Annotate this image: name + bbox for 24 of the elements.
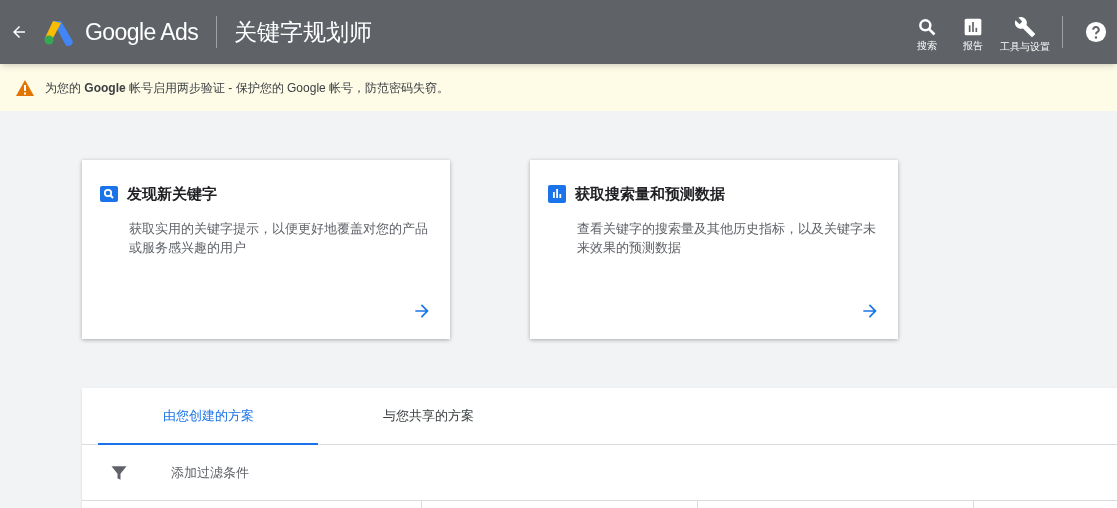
card-description: 获取实用的关键字提示，以便更好地覆盖对您的产品或服务感兴趣的用户 bbox=[129, 219, 429, 257]
report-button[interactable]: 报告 bbox=[952, 12, 994, 52]
option-card[interactable]: 获取搜索量和预测数据 查看关键字的搜索量及其他历史指标，以及关键字未来效果的预测数据 bbox=[530, 160, 898, 339]
warning-icon bbox=[16, 79, 34, 96]
page-title: 关键字规划师 bbox=[234, 17, 373, 47]
tab[interactable]: 由您创建的方案 bbox=[98, 388, 318, 445]
brand-name: Google Ads bbox=[85, 17, 199, 47]
bar-chart-icon bbox=[548, 185, 566, 204]
option-card[interactable]: 发现新关键字 获取实用的关键字提示，以便更好地覆盖对您的产品或服务感兴趣的用户 bbox=[82, 160, 450, 339]
tools-button[interactable]: 工具与设置 bbox=[998, 11, 1052, 53]
card-title: 获取搜索量和预测数据 bbox=[575, 184, 725, 204]
search-icon bbox=[917, 16, 937, 37]
logo-icon bbox=[42, 18, 74, 46]
search-icon bbox=[100, 186, 118, 203]
bar-chart-icon bbox=[963, 16, 983, 37]
card-description: 查看关键字的搜索量及其他历史指标，以及关键字未来效果的预测数据 bbox=[577, 219, 877, 257]
wrench-icon bbox=[1014, 15, 1036, 38]
tab[interactable]: 与您共享的方案 bbox=[318, 388, 538, 445]
banner-message: 为您的 Google 帐号启用两步验证 - 保护您的 Google 帐号，防范密码失窃。 bbox=[45, 79, 450, 97]
filter-label[interactable]: 添加过滤条件 bbox=[171, 462, 249, 483]
filter-icon[interactable] bbox=[110, 463, 128, 482]
search-button[interactable]: 搜索 bbox=[906, 12, 948, 52]
help-icon[interactable] bbox=[1085, 21, 1107, 43]
card-title: 发现新关键字 bbox=[127, 184, 217, 204]
